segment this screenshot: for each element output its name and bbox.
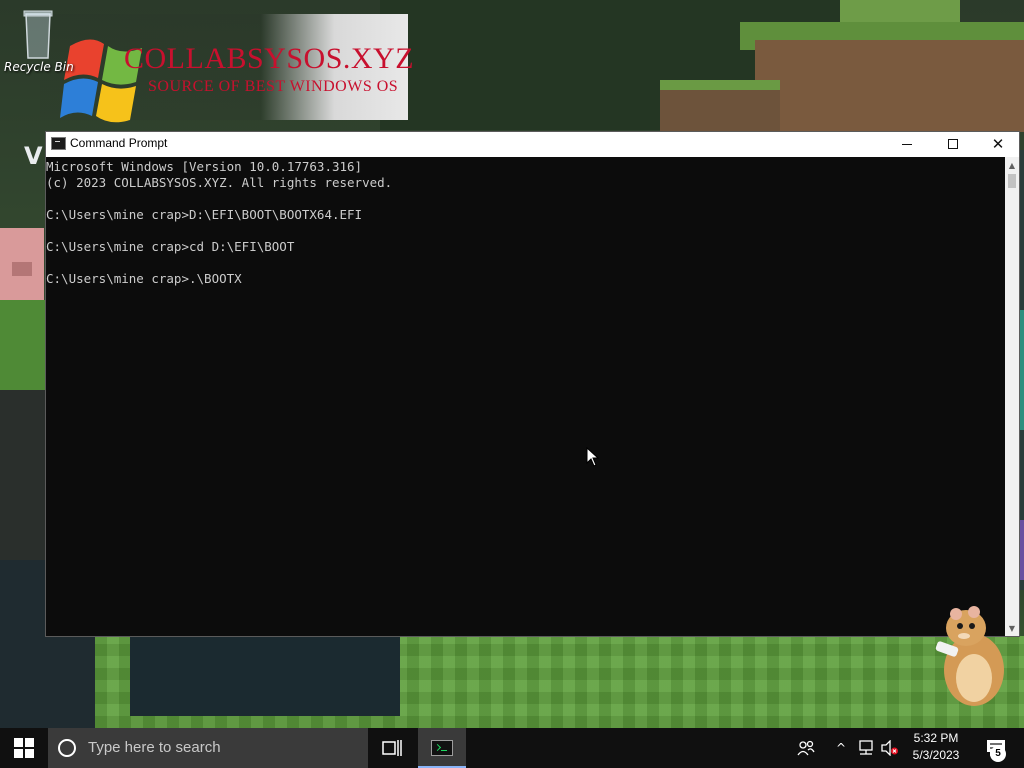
notification-count-badge: 5 <box>990 746 1006 762</box>
window-title: Command Prompt <box>70 136 168 150</box>
clock-time: 5:32 PM <box>913 731 959 745</box>
start-button[interactable] <box>0 728 48 768</box>
window-titlebar[interactable]: Command Prompt ✕ <box>46 132 1019 157</box>
close-button[interactable]: ✕ <box>975 132 1021 156</box>
minimize-button[interactable] <box>884 132 930 156</box>
console-output[interactable]: Microsoft Windows [Version 10.0.17763.31… <box>46 157 1005 636</box>
taskbar-clock[interactable]: 5:32 PM 5/3/2023 <box>904 730 968 766</box>
wallpaper-pig-snout <box>12 262 32 276</box>
taskbar-search-box[interactable]: Type here to search <box>48 728 368 768</box>
console-input-line[interactable]: C:\Users\mine crap>.\BOOTX <box>46 271 1005 287</box>
command-prompt-icon <box>431 740 453 756</box>
console-line: C:\Users\mine crap>cd D:\EFI\BOOT <box>46 239 295 254</box>
console-line: (c) 2023 COLLABSYSOS.XYZ. All rights res… <box>46 175 393 190</box>
wallpaper-grass-block <box>840 0 960 24</box>
recycle-bin-label[interactable]: Recycle Bin <box>4 60 84 74</box>
minimize-icon <box>902 143 912 145</box>
cmd-icon <box>51 137 66 150</box>
wallpaper-ground-shadow <box>130 636 400 716</box>
maximize-button[interactable] <box>930 132 976 156</box>
wallpaper-dirt-block <box>660 90 780 132</box>
show-hidden-icons-button[interactable]: ^ <box>832 728 850 768</box>
close-icon: ✕ <box>991 134 1005 153</box>
logo-banner: COLLABSYSOS.XYZ SOURCE OF BEST WINDOWS O… <box>40 14 414 123</box>
network-icon <box>859 740 873 755</box>
windows-logo-icon <box>14 738 34 758</box>
hamster-mascot-icon <box>935 606 1004 706</box>
scroll-up-arrow-icon[interactable]: ▲ <box>1005 157 1019 173</box>
wallpaper-letter-v: V <box>24 142 43 170</box>
task-view-button[interactable] <box>370 728 414 768</box>
people-button[interactable] <box>792 728 820 768</box>
search-placeholder[interactable]: Type here to search <box>88 739 221 756</box>
network-button[interactable] <box>856 728 876 768</box>
wallpaper-grass-block <box>0 300 46 390</box>
recycle-bin-icon[interactable] <box>20 8 56 60</box>
wallpaper-dirt-block <box>755 40 1024 132</box>
people-icon <box>797 740 815 756</box>
chevron-up-icon: ^ <box>835 741 847 755</box>
banner-subtitle: SOURCE OF BEST WINDOWS OS <box>148 78 399 95</box>
clock-date: 5/3/2023 <box>912 748 960 762</box>
command-prompt-window[interactable]: Command Prompt ✕ Microsoft Windows [Vers… <box>45 131 1020 637</box>
search-icon <box>58 739 76 757</box>
banner-title: COLLABSYSOS.XYZ <box>124 42 415 75</box>
console-line: C:\Users\mine crap>D:\EFI\BOOT\BOOTX64.E… <box>46 207 363 222</box>
scrollbar-thumb[interactable] <box>1008 174 1016 188</box>
mouse-cursor-icon <box>586 447 600 467</box>
maximize-icon <box>948 139 958 149</box>
taskbar: Type here to search ^ 5:32 PM 5/3/2023 5 <box>0 728 1024 768</box>
task-view-icon <box>382 740 402 756</box>
vertical-scrollbar[interactable]: ▲ ▼ <box>1005 157 1019 636</box>
taskbar-command-prompt-button[interactable] <box>418 728 466 768</box>
console-line: Microsoft Windows [Version 10.0.17763.31… <box>46 159 363 174</box>
volume-muted-icon <box>881 740 898 756</box>
volume-button[interactable] <box>880 728 900 768</box>
